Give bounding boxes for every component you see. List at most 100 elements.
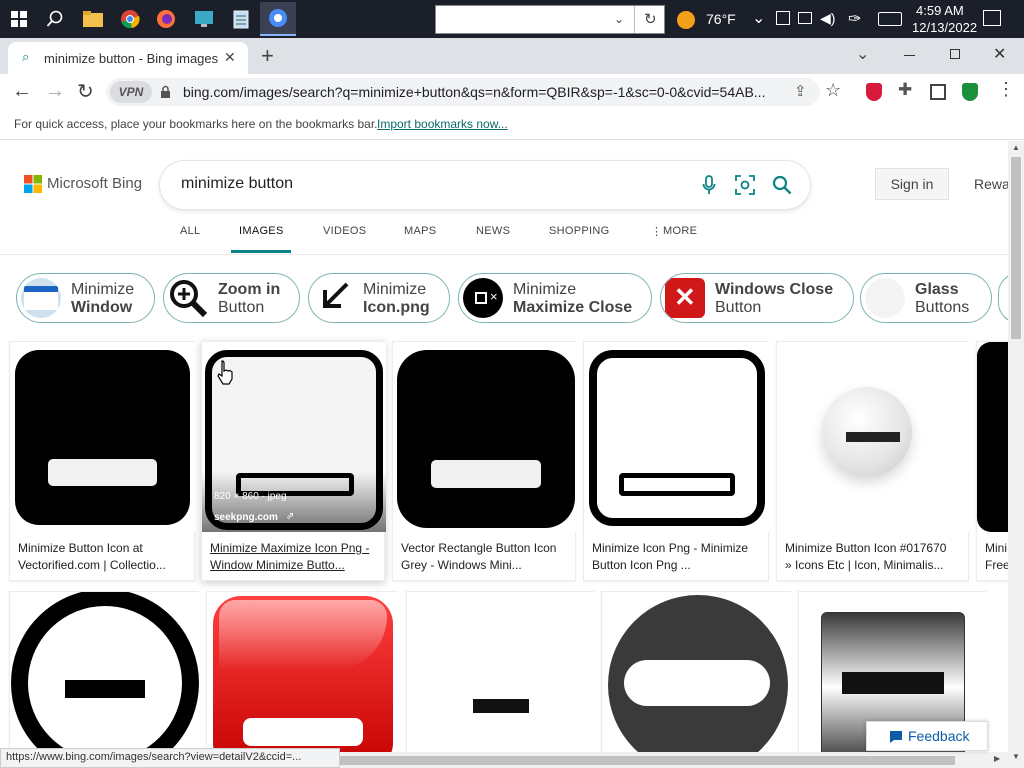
microphone-icon[interactable] bbox=[702, 175, 716, 195]
clock-date[interactable]: 12/13/2022 bbox=[912, 20, 977, 35]
lock-icon[interactable] bbox=[160, 85, 171, 99]
related-pill-minimize-maximize-close[interactable]: × Minimize Maximize Close bbox=[458, 273, 652, 323]
side-panel-icon[interactable] bbox=[930, 84, 946, 100]
image-result-card[interactable]: Minimize Button Icon at Vectorified.com … bbox=[9, 341, 196, 581]
taskbar-address-box[interactable]: ⌄ ↻ bbox=[435, 5, 665, 34]
tab-news[interactable]: NEWS bbox=[476, 225, 510, 237]
tab-more[interactable]: MORE bbox=[663, 225, 697, 237]
result-image[interactable] bbox=[977, 342, 1008, 532]
tab-all[interactable]: ALL bbox=[180, 225, 200, 237]
back-arrow-icon[interactable]: ← bbox=[12, 80, 32, 103]
more-dots-icon[interactable]: ⋮ bbox=[651, 225, 662, 238]
scrollbar-thumb[interactable] bbox=[340, 756, 955, 765]
result-image[interactable] bbox=[407, 592, 595, 753]
vertical-scrollbar[interactable]: ▲ ▼ bbox=[1008, 141, 1024, 768]
horizontal-scrollbar[interactable]: ▶ bbox=[340, 752, 1008, 768]
search-submit-icon[interactable] bbox=[772, 175, 792, 195]
related-pill-minimize-icon-png[interactable]: Minimize Icon.png bbox=[308, 273, 450, 323]
new-tab-icon[interactable]: + bbox=[261, 43, 274, 69]
tab-images[interactable]: IMAGES bbox=[239, 225, 284, 237]
scroll-up-icon[interactable]: ▲ bbox=[1012, 143, 1020, 152]
bing-logo-text[interactable]: Microsoft Bing bbox=[47, 175, 142, 192]
share-icon[interactable]: ⇪ bbox=[794, 82, 807, 100]
result-image[interactable] bbox=[10, 592, 200, 753]
sign-in-button[interactable]: Sign in bbox=[875, 168, 949, 200]
network-icon[interactable] bbox=[798, 12, 812, 24]
image-result-card[interactable] bbox=[206, 591, 399, 753]
image-result-card[interactable]: Minimize Icon Png - Minimize Button Icon… bbox=[583, 341, 770, 581]
file-explorer-icon[interactable] bbox=[78, 4, 108, 34]
tab-maps[interactable]: MAPS bbox=[404, 225, 436, 237]
rewards-link[interactable]: Rewa bbox=[974, 176, 1008, 192]
result-caption[interactable]: Minimize Button Icon #017670 » Icons Etc… bbox=[785, 540, 955, 574]
remote-desktop-icon[interactable] bbox=[189, 4, 219, 34]
clock-time[interactable]: 4:59 AM bbox=[916, 3, 964, 18]
search-icon[interactable] bbox=[40, 4, 70, 34]
feedback-button[interactable]: Feedback bbox=[866, 721, 988, 751]
result-image[interactable] bbox=[602, 592, 792, 753]
firefox-icon[interactable] bbox=[151, 4, 181, 34]
forward-arrow-icon[interactable]: → bbox=[45, 80, 65, 103]
menu-kebab-icon[interactable]: ⋮ bbox=[997, 79, 1015, 100]
related-pill-partial[interactable] bbox=[998, 273, 1008, 323]
scroll-right-icon[interactable]: ▶ bbox=[994, 754, 1000, 763]
result-caption[interactable]: Minimize Maximize Icon Png - Window Mini… bbox=[210, 540, 380, 574]
scrollbar-thumb[interactable] bbox=[1011, 157, 1021, 339]
related-pill-zoom-in-button[interactable]: Zoom in Button bbox=[163, 273, 300, 323]
tray-app-icon[interactable] bbox=[776, 11, 790, 25]
notepad-icon[interactable] bbox=[226, 4, 256, 34]
extension-check-icon[interactable] bbox=[962, 83, 978, 101]
related-pill-windows-close-button[interactable]: ✕ Windows Close Button bbox=[660, 273, 854, 323]
image-result-card[interactable] bbox=[601, 591, 792, 753]
keyboard-icon[interactable] bbox=[878, 12, 902, 26]
tab-shopping[interactable]: SHOPPING bbox=[549, 225, 609, 237]
result-image[interactable] bbox=[393, 342, 577, 532]
result-caption[interactable]: Vector Rectangle Button Icon Grey - Wind… bbox=[401, 540, 571, 574]
result-image[interactable] bbox=[777, 342, 970, 532]
related-pill-glass-buttons[interactable]: Glass Buttons bbox=[860, 273, 992, 323]
image-result-card[interactable] bbox=[406, 591, 595, 753]
result-caption[interactable]: Minimize Icon Png - Minimize Button Icon… bbox=[592, 540, 762, 574]
weather-sun-icon[interactable] bbox=[677, 11, 695, 29]
extension-shield-icon[interactable] bbox=[866, 83, 882, 101]
chevron-up-icon[interactable]: ⌄ bbox=[752, 8, 765, 28]
pen-icon[interactable]: ✑ bbox=[848, 9, 861, 29]
chrome-icon[interactable] bbox=[115, 4, 145, 34]
related-pill-minimize-window[interactable]: Minimize Window bbox=[16, 273, 155, 323]
weather-temp[interactable]: 76°F bbox=[706, 11, 736, 27]
bookmark-star-icon[interactable]: ☆ bbox=[825, 80, 841, 101]
image-result-card[interactable]: Minimize Button Icon #017670 » Icons Etc… bbox=[776, 341, 970, 581]
microsoft-logo-icon[interactable] bbox=[24, 175, 42, 193]
close-window-icon[interactable]: ✕ bbox=[993, 44, 1006, 64]
windows-start-icon[interactable] bbox=[4, 4, 34, 34]
volume-icon[interactable]: ◀) bbox=[820, 10, 835, 27]
image-result-card-partial[interactable]: Mini Free bbox=[976, 341, 1008, 581]
image-source-label[interactable]: seekpng.com bbox=[214, 512, 278, 523]
close-tab-icon[interactable]: ✕ bbox=[224, 49, 236, 66]
reload-icon[interactable]: ↻ bbox=[77, 79, 94, 104]
result-image[interactable] bbox=[207, 592, 399, 753]
chevron-down-icon[interactable]: ⌄ bbox=[614, 12, 624, 26]
result-image[interactable] bbox=[10, 342, 196, 532]
result-image[interactable] bbox=[584, 342, 770, 532]
minimize-window-icon[interactable] bbox=[904, 55, 915, 56]
import-bookmarks-link[interactable]: Import bookmarks now... bbox=[377, 117, 508, 131]
search-box[interactable]: minimize button bbox=[160, 161, 810, 209]
refresh-icon[interactable]: ↻ bbox=[644, 10, 657, 28]
external-link-icon[interactable]: ⇗ bbox=[286, 511, 294, 522]
omnibox[interactable]: VPN bing.com/images/search?q=minimize+bu… bbox=[106, 78, 820, 106]
scroll-down-icon[interactable]: ▼ bbox=[1012, 752, 1020, 761]
image-result-card[interactable]: Vector Rectangle Button Icon Grey - Wind… bbox=[392, 341, 577, 581]
restore-window-icon[interactable] bbox=[950, 49, 960, 59]
url-text[interactable]: bing.com/images/search?q=minimize+button… bbox=[183, 84, 783, 100]
search-input[interactable]: minimize button bbox=[181, 175, 293, 193]
tab-search-icon[interactable]: ⌄ bbox=[856, 44, 869, 64]
image-result-card[interactable] bbox=[9, 591, 200, 753]
result-caption[interactable]: Minimize Button Icon at Vectorified.com … bbox=[18, 540, 188, 574]
tab-videos[interactable]: VIDEOS bbox=[323, 225, 366, 237]
notifications-icon[interactable] bbox=[983, 10, 1001, 26]
result-caption[interactable]: Mini Free bbox=[985, 540, 1008, 574]
active-browser-icon[interactable] bbox=[260, 2, 296, 36]
browser-tab-active[interactable]: ⌕ minimize button - Bing images ✕ bbox=[8, 42, 248, 74]
vpn-badge[interactable]: VPN bbox=[110, 81, 152, 103]
